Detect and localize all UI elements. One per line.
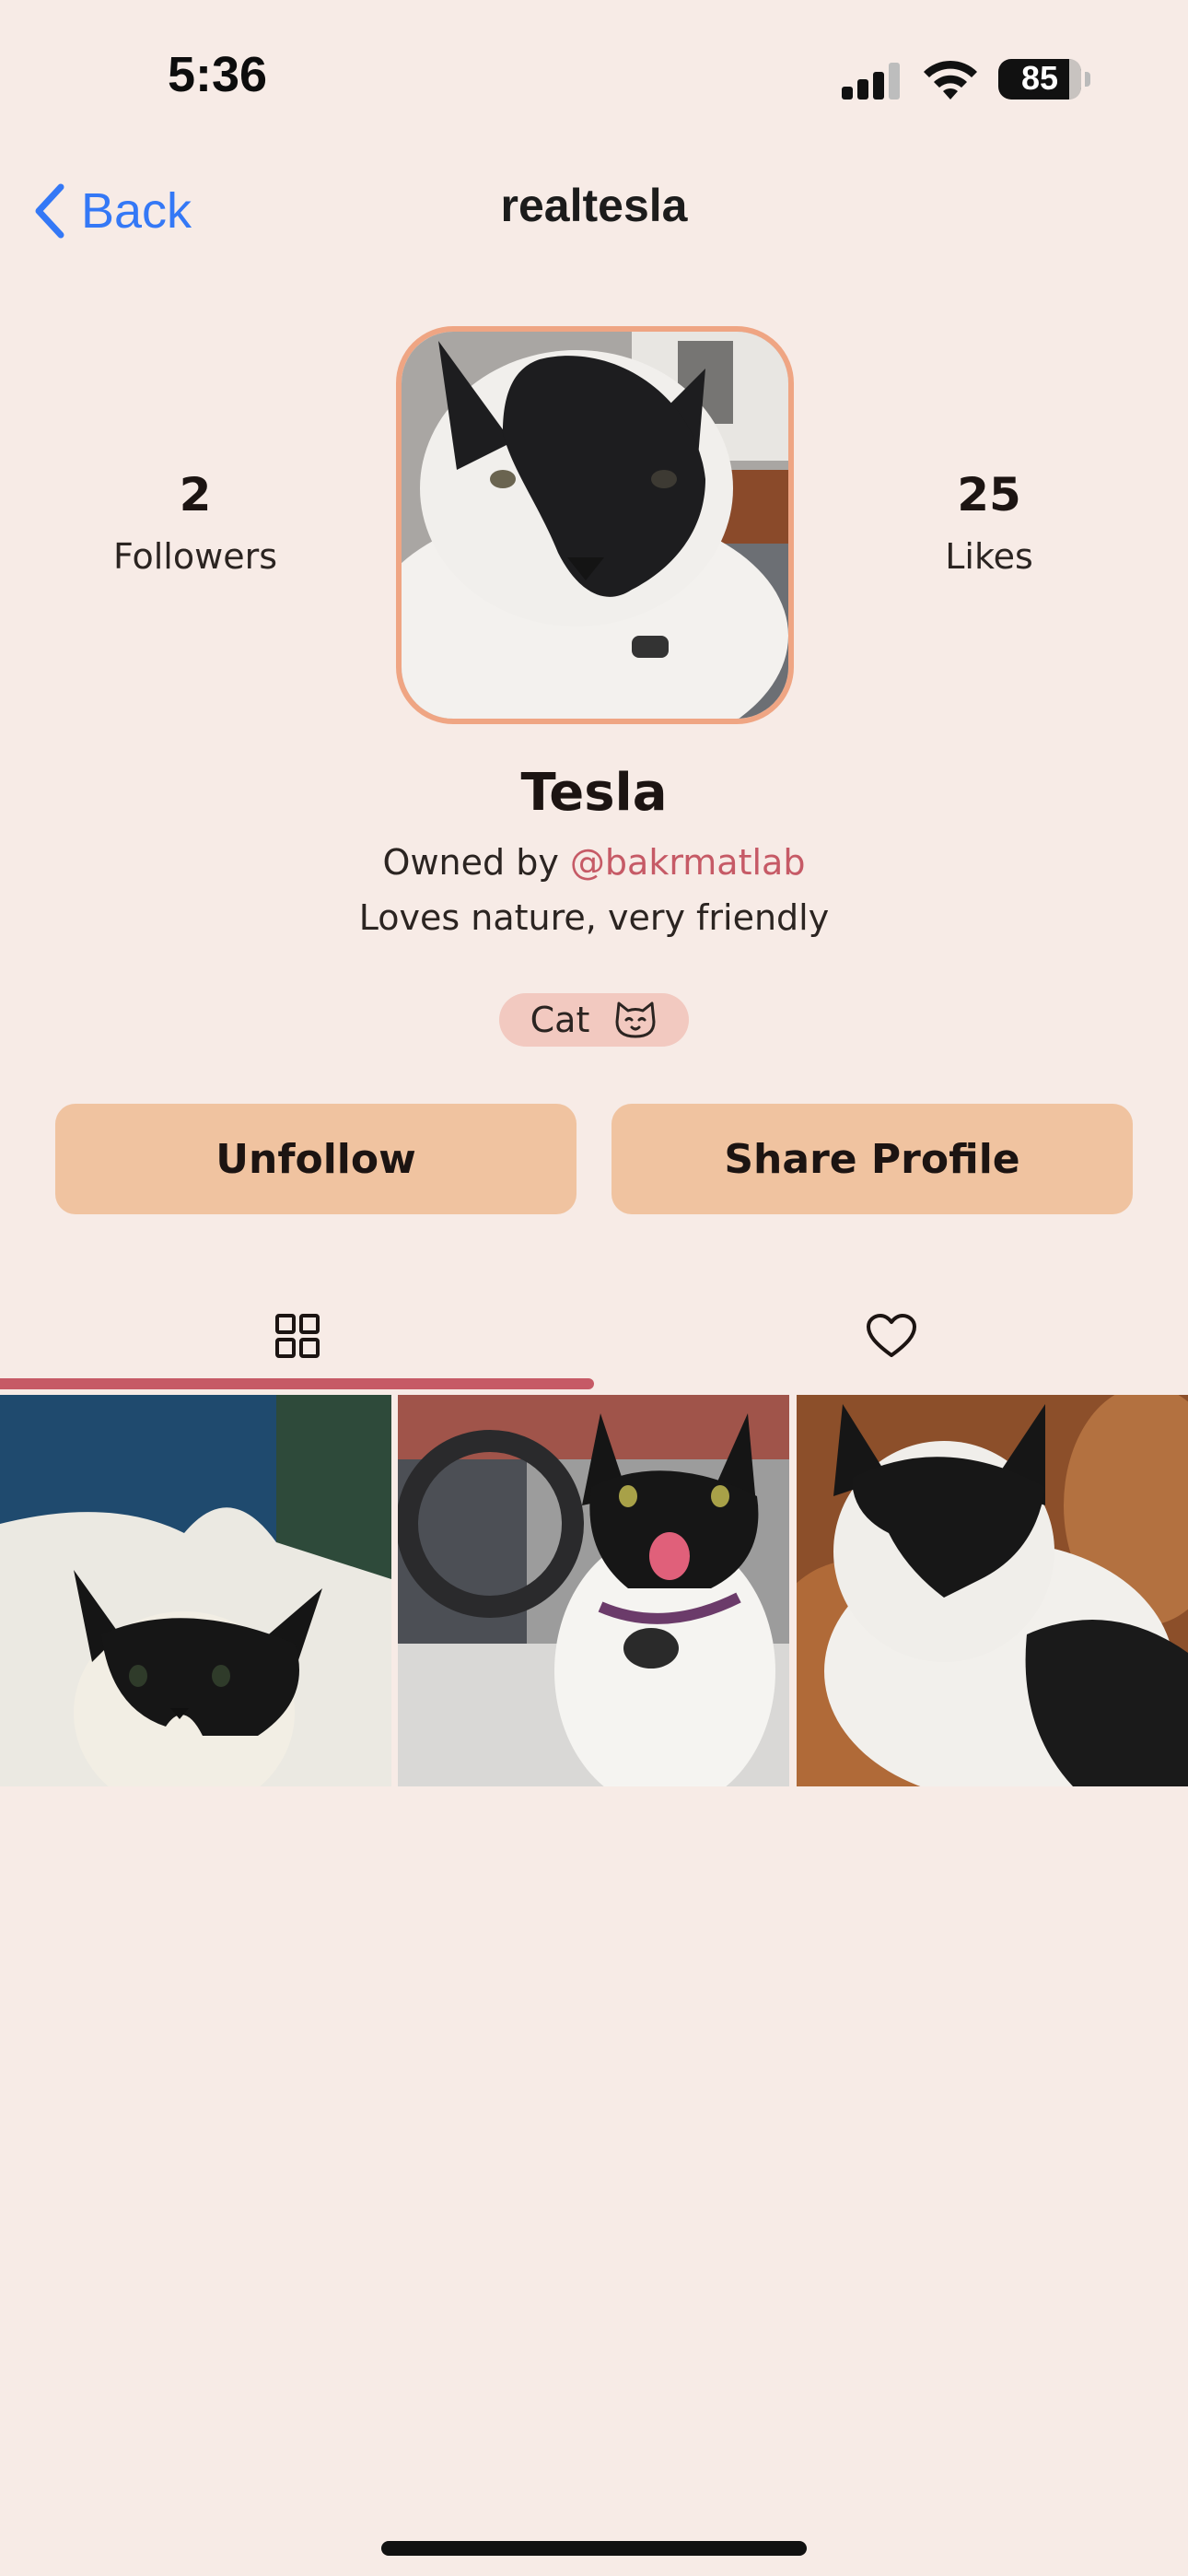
tab-posts[interactable] bbox=[0, 1288, 594, 1384]
likes-stat[interactable]: 25 Likes bbox=[842, 468, 1136, 577]
owner-prefix: Owned by bbox=[382, 842, 559, 883]
status-time: 5:36 bbox=[168, 47, 268, 102]
species-tag-label: Cat bbox=[530, 1000, 590, 1040]
pet-name: Tesla bbox=[520, 763, 668, 823]
post-photo bbox=[797, 1395, 1188, 1786]
followers-label: Followers bbox=[113, 536, 277, 577]
battery-level: 85 bbox=[1020, 59, 1059, 97]
chevron-left-icon bbox=[35, 183, 64, 239]
active-tab-indicator bbox=[0, 1378, 594, 1389]
post-thumbnail[interactable] bbox=[0, 1395, 391, 1786]
post-thumbnail[interactable] bbox=[398, 1395, 789, 1786]
likes-count: 25 bbox=[957, 468, 1021, 521]
post-thumbnail[interactable] bbox=[797, 1395, 1188, 1786]
avatar-photo bbox=[402, 332, 788, 719]
bio-text: Loves nature, very friendly bbox=[358, 897, 830, 938]
back-label: Back bbox=[81, 183, 192, 239]
heart-icon bbox=[866, 1314, 916, 1357]
home-indicator bbox=[381, 2541, 807, 2556]
avatar bbox=[396, 326, 794, 724]
followers-stat[interactable]: 2 Followers bbox=[48, 468, 343, 577]
tab-likes[interactable] bbox=[594, 1288, 1188, 1384]
grid-icon bbox=[274, 1314, 320, 1358]
cat-face-icon bbox=[615, 1001, 656, 1038]
wifi-icon bbox=[924, 60, 977, 100]
followers-count: 2 bbox=[179, 468, 212, 521]
species-tag: Cat bbox=[499, 993, 689, 1047]
owner-line: Owned by @bakrmatlab bbox=[0, 842, 1188, 883]
share-profile-button[interactable]: Share Profile bbox=[611, 1104, 1133, 1214]
post-photo bbox=[398, 1395, 789, 1786]
post-photo bbox=[0, 1395, 391, 1786]
cellular-signal-icon bbox=[842, 63, 901, 100]
owner-handle-link[interactable]: @bakrmatlab bbox=[570, 842, 806, 883]
back-button[interactable]: Back bbox=[33, 179, 192, 243]
battery-icon: 85 bbox=[998, 59, 1090, 100]
likes-label: Likes bbox=[945, 536, 1033, 577]
unfollow-button[interactable]: Unfollow bbox=[55, 1104, 577, 1214]
